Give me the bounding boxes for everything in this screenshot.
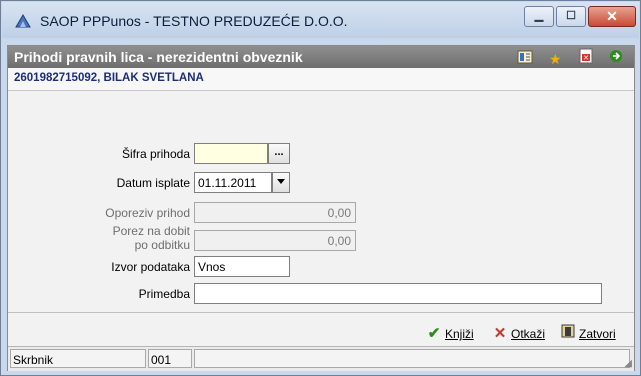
izvor-podataka-input[interactable]: Vnos [194, 256, 290, 277]
oporeziv-prihod-label: Oporeziv prihod [105, 206, 190, 220]
sifra-lookup-button[interactable]: ... [268, 143, 290, 164]
izvor-podataka-label: Izvor podataka [111, 260, 190, 274]
porez-na-dobit-label-line1: Porez na dobit [112, 224, 190, 238]
knjizi-button[interactable]: ✔ Knjiži [426, 324, 474, 342]
zatvori-button[interactable]: Zatvori [560, 324, 616, 342]
title-bar[interactable]: SAOP PPPunos - TESTNO PREDUZEĆE D.O.O. ▁… [2, 2, 639, 38]
maximize-icon: ☐ [566, 10, 576, 22]
status-extra [194, 349, 630, 368]
primedba-input[interactable] [194, 283, 602, 304]
sifra-prihoda-label: Šifra prihoda [121, 147, 190, 161]
taxpayer-bar: 2601982715092, BILAK SVETLANA [8, 68, 634, 91]
status-code: 001 [148, 349, 192, 368]
chevron-down-icon [277, 179, 285, 184]
cancel-x-icon: ✕ [493, 325, 507, 342]
sifra-prihoda-input[interactable] [194, 143, 268, 164]
minimize-button[interactable]: ▁ [524, 6, 554, 27]
status-bar: Skrbnik 001 ◢ [8, 346, 634, 371]
header-toolbar: ★ ✕ [508, 48, 626, 68]
oporeziv-prihod-field: 0,00 [194, 202, 356, 223]
application-window: SAOP PPPunos - TESTNO PREDUZEĆE D.O.O. ▁… [0, 0, 641, 376]
favorite-star-icon[interactable]: ★ [545, 50, 565, 68]
form-header: Prihodi pravnih lica - nerezidentni obve… [8, 46, 634, 68]
window-title: SAOP PPPunos - TESTNO PREDUZEĆE D.O.O. [40, 13, 348, 29]
close-door-icon [560, 324, 576, 342]
datum-isplate-input[interactable]: 01.11.2011 [194, 172, 272, 193]
otkazi-button[interactable]: ✕ Otkaži [492, 324, 545, 342]
exit-door-icon[interactable] [606, 48, 626, 66]
status-user: Skrbnik [10, 349, 146, 368]
resize-grip-icon[interactable]: ◢ [624, 358, 632, 369]
minimize-icon: ▁ [534, 10, 544, 22]
datum-isplate-label: Datum isplate [116, 176, 190, 190]
porez-na-dobit-field: 0,00 [194, 230, 356, 251]
list-view-icon[interactable] [515, 50, 535, 68]
svg-text:✕: ✕ [583, 54, 589, 62]
porez-na-dobit-label-line2: po odbitku [134, 238, 190, 252]
date-dropdown-button[interactable] [272, 172, 290, 193]
app-logo-icon [15, 14, 31, 28]
checkmark-icon: ✔ [427, 325, 441, 342]
taxpayer-id-name: 2601982715092, BILAK SVETLANA [14, 72, 204, 84]
form-panel: Prihodi pravnih lica - nerezidentni obve… [7, 45, 635, 371]
close-icon: ✕ [606, 8, 618, 24]
primedba-label: Primedba [138, 287, 190, 301]
form-title: Prihodi pravnih lica - nerezidentni obve… [14, 49, 303, 65]
footer-divider [8, 312, 634, 313]
close-window-button[interactable]: ✕ [588, 6, 636, 27]
document-delete-icon[interactable]: ✕ [576, 48, 596, 66]
maximize-button[interactable]: ☐ [556, 6, 586, 27]
